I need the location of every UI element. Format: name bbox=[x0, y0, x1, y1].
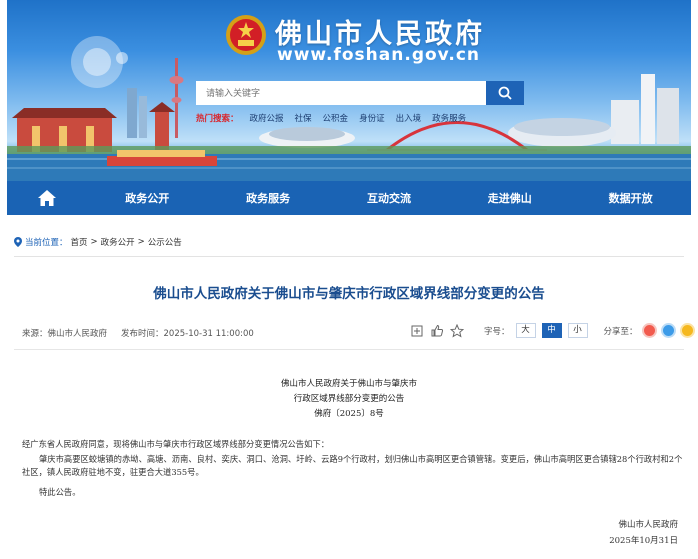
nav-home-button[interactable] bbox=[7, 181, 87, 215]
breadcrumb-home[interactable]: 首页 bbox=[71, 236, 88, 248]
nav-item-interaction[interactable]: 互动交流 bbox=[329, 190, 450, 206]
hot-search-item[interactable]: 社保 bbox=[295, 112, 312, 124]
home-icon bbox=[37, 190, 56, 206]
qzone-icon[interactable] bbox=[679, 323, 695, 338]
nav-item-gov-open[interactable]: 政务公开 bbox=[87, 190, 208, 206]
breadcrumb-separator: > bbox=[137, 237, 145, 247]
article-meta: 来源：佛山市人民政府 发布时间：2025-10-31 11:00:00 bbox=[22, 327, 254, 339]
document-number: 佛府〔2025〕8号 bbox=[314, 409, 384, 419]
print-icon[interactable] bbox=[410, 324, 424, 338]
like-icon[interactable] bbox=[430, 324, 444, 338]
share-label: 分享至： bbox=[603, 326, 638, 337]
breadcrumb-label: 当前位置： bbox=[25, 238, 68, 248]
article-tools: 字号： 大 中 小 分享至： bbox=[410, 323, 695, 338]
breadcrumb: 当前位置： 首页 > 政务公开 > 公示公告 bbox=[14, 236, 182, 248]
article-published: 发布时间：2025-10-31 11:00:00 bbox=[121, 329, 254, 339]
search-bar bbox=[196, 81, 524, 105]
article-paragraph: 特此公告。 bbox=[39, 487, 81, 497]
search-input[interactable] bbox=[196, 81, 486, 105]
hot-search: 热门搜索： 政府公报 社保 公积金 身份证 出入境 政务服务 bbox=[196, 112, 466, 124]
sign-date: 2025年10月31日 bbox=[609, 536, 678, 546]
breadcrumb-gov-open[interactable]: 政务公开 bbox=[101, 236, 135, 248]
breadcrumb-notices[interactable]: 公示公告 bbox=[148, 236, 182, 248]
divider bbox=[14, 256, 684, 257]
document-title-line-1: 佛山市人民政府关于佛山市与肇庆市 bbox=[280, 379, 417, 389]
article-headline: 佛山市人民政府关于佛山市与肇庆市行政区域界线部分变更的公告 bbox=[153, 286, 545, 302]
nav-item-open-data[interactable]: 数据开放 bbox=[570, 190, 691, 206]
main-nav: 政务公开 政务服务 互动交流 走进佛山 数据开放 bbox=[7, 181, 691, 215]
font-size-large-button[interactable]: 大 bbox=[515, 323, 536, 338]
weibo-icon[interactable] bbox=[641, 323, 657, 338]
font-size-small-button[interactable]: 小 bbox=[567, 323, 588, 338]
qq-icon[interactable] bbox=[660, 323, 676, 338]
article-source: 来源：佛山市人民政府 bbox=[22, 329, 108, 339]
signer: 佛山市人民政府 bbox=[618, 520, 678, 530]
hot-search-item[interactable]: 政务服务 bbox=[432, 112, 466, 124]
site-url: www.foshan.gov.cn bbox=[277, 45, 480, 65]
font-size-medium-button[interactable]: 中 bbox=[541, 323, 562, 338]
star-icon[interactable] bbox=[450, 323, 464, 338]
header-banner: 佛山市人民政府 www.foshan.gov.cn 热门搜索： 政府公报 社保 … bbox=[7, 0, 691, 181]
hot-search-item[interactable]: 出入境 bbox=[396, 112, 422, 124]
search-button[interactable] bbox=[486, 81, 524, 105]
hot-search-item[interactable]: 身份证 bbox=[359, 112, 385, 124]
location-pin-icon bbox=[14, 237, 22, 247]
hot-search-label: 热门搜索： bbox=[196, 114, 239, 124]
divider bbox=[14, 349, 684, 350]
article-paragraph: 经广东省人民政府同意，现将佛山市与肇庆市行政区域界线部分变更情况公告如下： bbox=[22, 439, 329, 449]
font-size-label: 字号： bbox=[484, 326, 510, 337]
article-paragraph: 肇庆市高要区蛟塘镇的赤坳、高塘、沥南、良村、奕庆、洞口、沧洞、圩岭、云路9个行政… bbox=[22, 454, 683, 477]
breadcrumb-separator: > bbox=[90, 237, 98, 247]
document-title-line-2: 行政区域界线部分变更的公告 bbox=[293, 394, 405, 404]
nav-item-about-foshan[interactable]: 走进佛山 bbox=[449, 190, 570, 206]
nav-item-gov-service[interactable]: 政务服务 bbox=[208, 190, 329, 206]
hot-search-item[interactable]: 政府公报 bbox=[250, 112, 284, 124]
national-emblem-icon bbox=[226, 15, 266, 55]
search-icon bbox=[498, 86, 512, 100]
hot-search-item[interactable]: 公积金 bbox=[323, 112, 349, 124]
